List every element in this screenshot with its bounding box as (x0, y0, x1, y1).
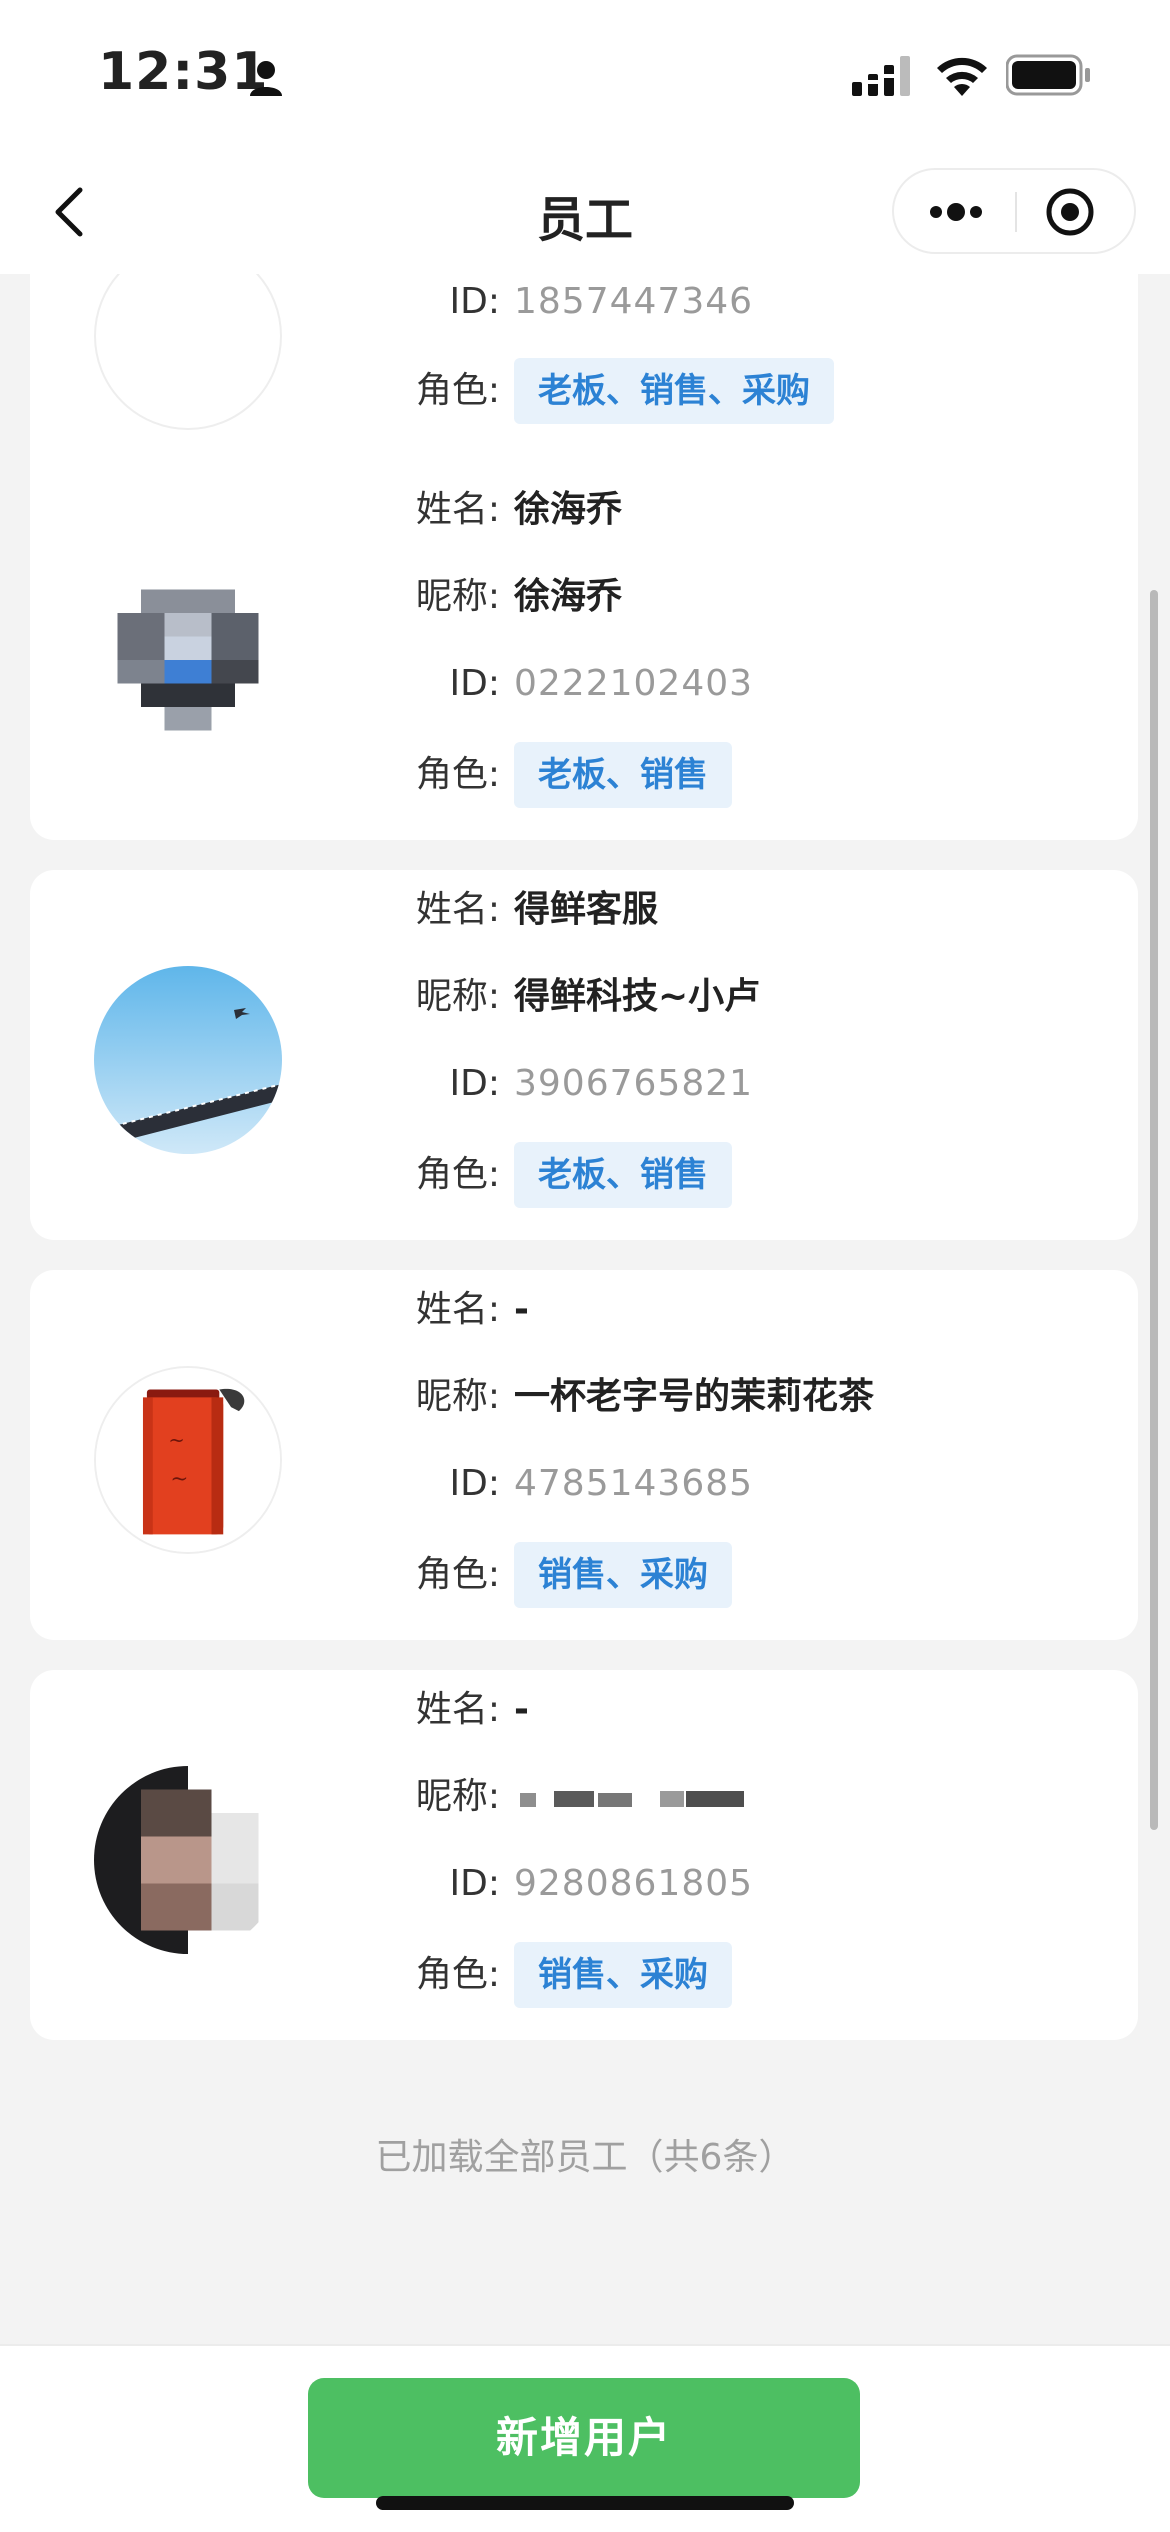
role-tag: 销售、采购 (514, 1542, 732, 1608)
role-tag: 老板、销售 (514, 1142, 732, 1208)
nickname-label: 昵称: (415, 576, 500, 617)
id-row: ID: 4785143685 (30, 1454, 1138, 1514)
employee-card[interactable]: 姓名: - 昵称: ID: 9280861805 角色: 销售、采购 (30, 1670, 1138, 2040)
battery-icon (1006, 54, 1090, 96)
id-value: 0222102403 (514, 663, 754, 704)
name-row: 姓名: - (30, 1680, 1138, 1740)
id-row: ID: 3906765821 (30, 1054, 1138, 1114)
name-label: 姓名: (415, 1689, 500, 1730)
name-label: 姓名: (415, 1289, 500, 1330)
role-tag: 销售、采购 (514, 1942, 732, 2008)
id-row: ID: 1857447346 (30, 274, 1138, 332)
more-icon[interactable] (920, 192, 992, 232)
name-row: 姓名: - (30, 1280, 1138, 1340)
id-row: ID: 0222102403 (30, 654, 1138, 714)
id-value: 1857447346 (514, 281, 754, 322)
name-value: 徐海乔 (514, 489, 623, 530)
blurred-nickname (520, 1791, 744, 1807)
status-time: 12:31 (98, 42, 269, 102)
role-label: 角色: (415, 1954, 500, 1995)
nickname-label: 昵称: (415, 976, 500, 1017)
status-bar: 12:31 (0, 0, 1170, 150)
home-indicator (376, 2496, 794, 2510)
scrollbar[interactable] (1150, 590, 1158, 1830)
id-value: 3906765821 (514, 1063, 754, 1104)
role-label: 角色: (415, 1554, 500, 1595)
nickname-value: 一杯老字号的茉莉花茶 (514, 1376, 875, 1417)
wifi-icon (937, 57, 987, 96)
role-tag: 老板、销售 (514, 742, 732, 808)
name-value: - (514, 1689, 529, 1730)
name-value: - (514, 1289, 529, 1330)
id-label: ID: (449, 1063, 500, 1104)
mini-program-capsule (892, 168, 1136, 254)
id-label: ID: (449, 663, 500, 704)
close-mini-program-icon[interactable] (1044, 186, 1096, 238)
role-label: 角色: (415, 754, 500, 795)
name-label: 姓名: (415, 489, 500, 530)
role-tag: 老板、销售、采购 (514, 358, 834, 424)
name-row: 姓名: 得鲜客服 (30, 880, 1138, 940)
name-row: 姓名: 徐海乔 (30, 480, 1138, 540)
employee-card[interactable]: ~ ~ 姓名: - 昵称: 一杯老字号的茉莉花茶 ID: 4785143685 … (30, 1270, 1138, 1640)
id-value: 9280861805 (514, 1863, 754, 1904)
role-label: 角色: (415, 1154, 500, 1195)
capsule-divider (1015, 192, 1017, 232)
employee-list[interactable]: ID: 1857447346 角色: 老板、销售、采购 姓名: 徐海乔 昵称: … (0, 274, 1170, 2344)
add-user-button[interactable]: 新增用户 (308, 2378, 860, 2498)
nickname-label: 昵称: (415, 1376, 500, 1417)
nickname-row: 昵称: 徐海乔 (30, 567, 1138, 627)
id-label: ID: (449, 1463, 500, 1504)
id-label: ID: (449, 1863, 500, 1904)
name-value: 得鲜客服 (514, 889, 659, 930)
svg-text:~: ~ (168, 1428, 184, 1451)
id-label: ID: (449, 281, 500, 322)
role-label: 角色: (415, 370, 500, 411)
nav-bar: 员工 (0, 150, 1170, 274)
employee-card[interactable]: 姓名: 徐海乔 昵称: 徐海乔 ID: 0222102403 角色: 老板、销售 (30, 470, 1138, 840)
nickname-label: 昵称: (415, 1776, 500, 1817)
nickname-value: 得鲜科技~小卢 (514, 976, 761, 1017)
nickname-row: 昵称: (30, 1767, 1138, 1827)
nickname-row: 昵称: 一杯老字号的茉莉花茶 (30, 1367, 1138, 1427)
signal-icon (852, 56, 910, 96)
employee-card[interactable]: 姓名: 得鲜客服 昵称: 得鲜科技~小卢 ID: 3906765821 角色: … (30, 870, 1138, 1240)
person-icon (250, 61, 282, 96)
id-value: 4785143685 (514, 1463, 754, 1504)
name-label: 姓名: (415, 889, 500, 930)
bottom-bar: 新增用户 (0, 2344, 1170, 2532)
id-row: ID: 9280861805 (30, 1854, 1138, 1914)
list-end-text: 已加载全部员工（共6条） (375, 2137, 795, 2178)
nickname-value: 徐海乔 (514, 576, 623, 617)
nickname-row: 昵称: 得鲜科技~小卢 (30, 967, 1138, 1027)
